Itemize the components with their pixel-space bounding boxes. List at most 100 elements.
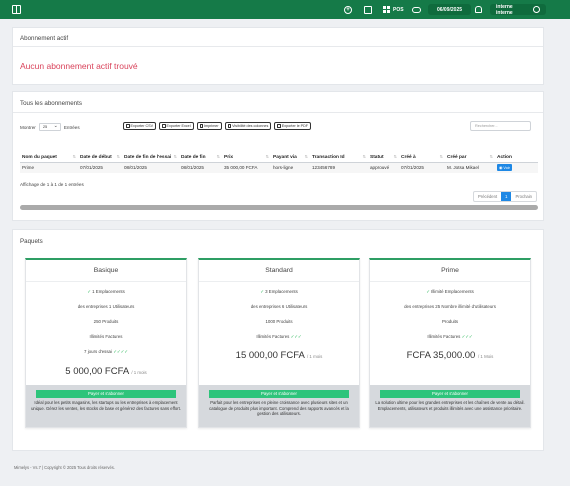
search-input[interactable]: Rechercher... xyxy=(470,121,531,131)
subscribe-button[interactable]: Payer et s'abonner xyxy=(380,390,520,398)
cell-paid-via: hors-ligne xyxy=(271,162,310,173)
bell-icon xyxy=(475,6,482,13)
column-header[interactable]: Prix ⇅ xyxy=(222,140,271,163)
check-icon: ✓ xyxy=(426,289,430,294)
export-pdf-label: Exporter le PDF xyxy=(281,124,309,128)
export-csv-button[interactable]: Exporter CSV xyxy=(123,122,157,130)
user-menu[interactable]: interne interne xyxy=(490,4,546,16)
cell-status: approuvé xyxy=(368,162,399,173)
pos-label: POS xyxy=(393,6,404,13)
page-size-select[interactable]: 25 xyxy=(38,123,61,131)
check-icon: ✓✓✓✓ xyxy=(113,349,128,354)
horizontal-scrollbar[interactable] xyxy=(20,205,538,210)
export-csv-label: Exporter CSV xyxy=(130,124,154,128)
export-excel-label: Exporter Excel xyxy=(166,124,191,128)
package-feature: Illimités Factures ✓✓✓ xyxy=(427,334,473,339)
page-footer: Mimelys - Vs.7 | Copyright © 2025 Tous d… xyxy=(14,465,115,470)
column-header[interactable]: Date de fin de l'essai ⇅ xyxy=(122,140,179,163)
package-card-prime: Prime ✓ Illimité Emplacements des entrep… xyxy=(369,258,531,428)
columns-icon xyxy=(227,124,232,128)
packages-title: Paquets xyxy=(20,238,43,245)
print-button[interactable]: Imprimer xyxy=(196,122,222,130)
column-header: Action xyxy=(495,140,538,163)
page-size-control: Montrer 25 Entrées xyxy=(20,123,80,131)
subscribe-button[interactable]: Payer et s'abonner xyxy=(209,390,349,398)
package-feature: des entreprises 25 Nombre illimité d'uti… xyxy=(404,304,496,309)
check-icon: ✓✓✓ xyxy=(290,334,302,339)
view-button[interactable]: ◉ Voir xyxy=(497,164,512,172)
file-icon xyxy=(162,124,166,128)
subscribe-button[interactable]: Payer et s'abonner xyxy=(36,390,176,398)
printer-icon xyxy=(199,124,204,128)
notifications-button[interactable] xyxy=(475,4,482,15)
user-icon xyxy=(533,6,540,13)
show-label: Montrer xyxy=(20,124,36,130)
subscriptions-card: Tous les abonnements Montrer 25 Entrées … xyxy=(12,91,544,221)
package-footer: Payer et s'abonner Parfait pour les entr… xyxy=(199,385,359,427)
cell-start: 07/01/2025 xyxy=(78,162,122,173)
package-description: Parfait pour les entreprises en pleine c… xyxy=(209,400,349,417)
sidebar-toggle-icon[interactable] xyxy=(12,5,21,14)
subscriptions-title: Tous les abonnements xyxy=(20,100,82,107)
package-feature: Illimités Factures xyxy=(89,334,123,339)
cell-created-at: 07/01/2025 xyxy=(399,162,445,173)
package-description: La solution ultime pour les grandes entr… xyxy=(375,400,525,411)
cash-button[interactable] xyxy=(412,4,421,15)
previous-page-button[interactable]: Précédent xyxy=(474,192,501,201)
cell-trial-end: 08/01/2025 xyxy=(122,162,179,173)
column-header[interactable]: Date de début ⇅ xyxy=(78,140,122,163)
page-size-value: 25 xyxy=(42,124,48,129)
cell-price: 35 000,00 FCFA xyxy=(222,162,271,173)
calculator-button[interactable] xyxy=(364,4,372,15)
package-name: Prime xyxy=(441,267,459,274)
active-subscription-card: Abonnement actif Aucun abonnement actif … xyxy=(12,27,544,85)
package-card-basique: Basique ✓ 1 Emplacements des entreprises… xyxy=(25,258,187,428)
table-row: Prime 07/01/2025 08/01/2025 08/01/2025 3… xyxy=(20,162,538,173)
package-feature: Illimités Factures ✓✓✓ xyxy=(256,334,302,339)
package-feature: des entreprises 6 Utilisateurs xyxy=(250,304,308,309)
column-header[interactable]: Payant via ⇅ xyxy=(271,140,310,163)
date-display: 06/09/2025 xyxy=(428,4,471,15)
pos-button[interactable]: POS xyxy=(383,4,404,15)
package-price: 5 000,00 FCFA / 1 mois xyxy=(65,366,147,377)
file-icon xyxy=(277,124,281,128)
package-feature: des entreprises 1 Utilisateurs xyxy=(77,304,135,309)
package-price: FCFA 35,000.00 / 1 Mois xyxy=(406,350,494,361)
entries-label: Entrées xyxy=(63,124,80,130)
date-text: 06/09/2025 xyxy=(436,6,463,13)
column-header[interactable]: Créé par ⇅ xyxy=(445,140,495,163)
export-pdf-button[interactable]: Exporter le PDF xyxy=(274,122,312,130)
package-price: 15 000,00 FCFA / 1 mois xyxy=(235,350,323,361)
next-page-button[interactable]: Prochain xyxy=(511,192,536,201)
plus-circle-icon: + xyxy=(344,5,352,14)
check-icon: ✓ xyxy=(87,289,91,294)
add-button[interactable]: + xyxy=(344,4,352,15)
cell-transaction-id: 123456789 xyxy=(310,162,368,173)
package-footer: Payer et s'abonner La solution ultime po… xyxy=(370,385,530,427)
subscriptions-table: Nom du paquet ⇅ Date de début ⇅ Date de fi… xyxy=(20,140,538,173)
cell-end: 08/01/2025 xyxy=(179,162,222,173)
export-buttons: Exporter CSV Exporter Excel Imprimer Vis… xyxy=(123,122,312,130)
column-header[interactable]: Statut ⇅ xyxy=(368,140,399,163)
column-visibility-button[interactable]: Visibilité des colonnes xyxy=(224,122,272,130)
current-page-button[interactable]: 1 xyxy=(501,192,512,201)
active-subscription-title: Abonnement actif xyxy=(20,35,69,42)
column-visibility-label: Visibilité des colonnes xyxy=(232,124,269,128)
package-feature: 7 jours d'essai ✓✓✓✓ xyxy=(84,349,128,354)
check-icon: ✓ xyxy=(260,289,264,294)
column-header[interactable]: Nom du paquet ⇅ xyxy=(20,140,78,163)
packages-card: Paquets Basique ✓ 1 Emplacements des ent… xyxy=(12,229,544,451)
column-header[interactable]: Transaction Id ⇅ xyxy=(310,140,368,163)
money-icon xyxy=(412,6,421,13)
print-label: Imprimer xyxy=(204,124,219,128)
calculator-icon xyxy=(364,5,372,14)
column-header[interactable]: Créé à ⇅ xyxy=(399,140,445,163)
package-name: Basique xyxy=(93,267,119,274)
package-feature: ✓ Illimité Emplacements xyxy=(426,289,474,294)
column-header[interactable]: Date de fin ⇅ xyxy=(179,140,222,163)
package-description: Idéal pour les petits magasins, les star… xyxy=(31,400,181,411)
export-excel-button[interactable]: Exporter Excel xyxy=(159,122,194,130)
file-icon xyxy=(126,124,130,128)
package-name: Standard xyxy=(265,267,293,274)
package-card-standard: Standard ✓ 3 Emplacements des entreprise… xyxy=(198,258,360,428)
